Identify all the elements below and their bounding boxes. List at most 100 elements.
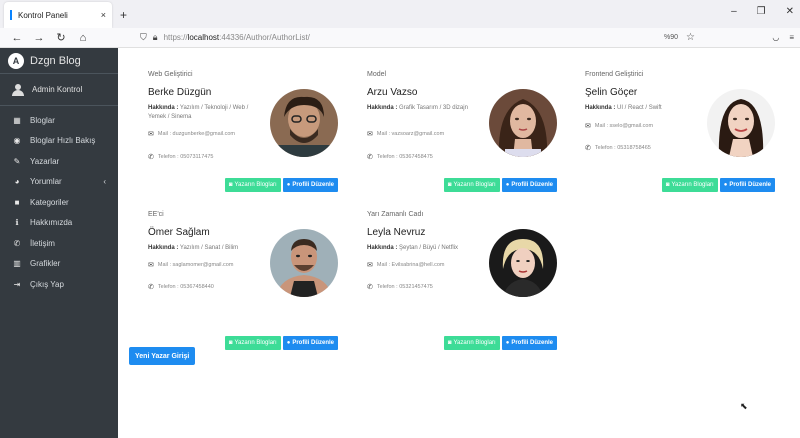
pocket-icon[interactable]: ◡ bbox=[772, 33, 779, 42]
edit-profile-button[interactable]: ● Profili Düzenle bbox=[501, 178, 557, 192]
home-icon[interactable]: ⌂ bbox=[72, 32, 94, 44]
mail-value: duzgunberke@gmail.com bbox=[172, 131, 235, 137]
author-about: Hakkında : Yazılım / Teknoloji / Web / Y… bbox=[148, 104, 260, 122]
sidebar-item-label: Bloglar Hızlı Bakış bbox=[30, 136, 96, 146]
sidebar-item-yorumlar[interactable]: ◕ Yorumlar ‹ bbox=[0, 172, 118, 193]
author-mail: ✉ Mail : saglamomer@gmail.com bbox=[148, 261, 233, 269]
author-about: Hakkında : UI / React / Swift bbox=[585, 104, 697, 113]
author-blogs-button[interactable]: ◙ Yazarın Blogları bbox=[224, 336, 281, 350]
sidebar-item-yazarlar[interactable]: ✎ Yazarlar bbox=[0, 151, 118, 172]
author-role: Web Geliştirici bbox=[148, 71, 193, 78]
card-actions: ◙ Yazarın Blogları ● Profili Düzenle bbox=[224, 336, 338, 350]
edit-profile-button[interactable]: ● Profili Düzenle bbox=[282, 336, 338, 350]
about-text: UI / React / Swift bbox=[617, 105, 662, 111]
new-tab-button[interactable]: + bbox=[120, 8, 127, 22]
mail-icon: ✉ bbox=[367, 262, 373, 269]
author-phone: ✆ Telefon : 05073117475 bbox=[148, 153, 213, 161]
sidebar-item-label: Bloglar bbox=[30, 115, 55, 125]
btn-label: Yazarın Blogları bbox=[234, 182, 277, 188]
phone-icon: ✆ bbox=[585, 145, 591, 152]
sidebar-item-iletisim[interactable]: ✆ İletişim bbox=[0, 233, 118, 254]
comments-icon: ◙ bbox=[447, 182, 452, 188]
shield-icon[interactable]: ⛉ bbox=[140, 32, 147, 43]
author-card: Model Arzu Vazso Hakkında : Grafik Tasar… bbox=[367, 71, 557, 195]
restore-button[interactable]: ❐ bbox=[757, 6, 766, 17]
phone-label: Telefon : bbox=[157, 284, 179, 290]
brand-logo: A bbox=[8, 52, 24, 69]
author-blogs-button[interactable]: ◙ Yazarın Blogları bbox=[443, 178, 500, 192]
btn-label: Yazarın Blogları bbox=[234, 340, 277, 346]
pen-icon: ✎ bbox=[13, 156, 21, 166]
sidebar-item-bloglar-hizli-bakis[interactable]: ◉ Bloglar Hızlı Bakış bbox=[0, 131, 118, 152]
tab-title: Kontrol Paneli bbox=[18, 10, 68, 20]
author-phone: ✆ Telefon : 05367458440 bbox=[148, 283, 214, 291]
sidebar-item-bloglar[interactable]: ▦ Bloglar bbox=[0, 110, 118, 131]
minimize-button[interactable]: – bbox=[731, 6, 737, 17]
menu-icon[interactable]: ≡ bbox=[789, 33, 794, 42]
sidebar-item-label: Kategoriler bbox=[30, 197, 69, 207]
brand-name: Dzgn Blog bbox=[30, 54, 81, 67]
mail-value: sselo@gmail.com bbox=[609, 123, 654, 129]
main-content: Web Geliştirici Berke Düzgün Hakkında : … bbox=[118, 48, 800, 438]
sidebar-item-kategoriler[interactable]: ■ Kategoriler bbox=[0, 192, 118, 213]
mail-label: Mail : bbox=[376, 131, 391, 137]
author-blogs-button[interactable]: ◙ Yazarın Blogları bbox=[661, 178, 718, 192]
back-icon[interactable]: ← bbox=[6, 32, 28, 44]
edit-profile-button[interactable]: ● Profili Düzenle bbox=[719, 178, 775, 192]
url-bar[interactable]: ⛉ 🔒︎ https:// localhost :44336/Author/Au… bbox=[140, 32, 310, 43]
sidebar-item-label: Grafikler bbox=[30, 259, 61, 269]
window-controls: – ❐ ✕ bbox=[731, 6, 794, 17]
url-host: localhost bbox=[187, 33, 220, 42]
phone-value: 05367458475 bbox=[399, 154, 433, 160]
reload-icon[interactable]: ↻ bbox=[50, 31, 72, 44]
phone-value: 05321457475 bbox=[399, 284, 433, 290]
user-icon: ● bbox=[505, 340, 510, 346]
edit-profile-button[interactable]: ● Profili Düzenle bbox=[501, 336, 557, 350]
mail-icon: ✉ bbox=[148, 131, 154, 138]
tab-close-icon[interactable]: × bbox=[101, 10, 106, 20]
author-role: Frontend Geliştirici bbox=[585, 71, 644, 78]
phone-label: Telefon : bbox=[376, 284, 398, 290]
sidebar-item-grafikler[interactable]: ▥ Grafikler bbox=[0, 254, 118, 275]
user-panel[interactable]: Admin Kontrol bbox=[0, 74, 118, 106]
zoom-level[interactable]: %90 bbox=[664, 34, 678, 41]
edit-profile-button[interactable]: ● Profili Düzenle bbox=[282, 178, 338, 192]
mail-label: Mail : bbox=[157, 262, 172, 268]
author-phone: ✆ Telefon : 05367458475 bbox=[367, 153, 433, 161]
btn-label: Profili Düzenle bbox=[511, 340, 553, 346]
brand[interactable]: A Dzgn Blog bbox=[0, 48, 118, 74]
author-photo bbox=[489, 229, 557, 297]
mail-value: vazsoarz@gmail.com bbox=[391, 131, 445, 137]
phone-label: Telefon : bbox=[157, 154, 179, 160]
user-avatar bbox=[12, 83, 24, 96]
app-layout: A Dzgn Blog Admin Kontrol ▦ Bloglar ◉ Blog… bbox=[0, 48, 800, 438]
about-text: Grafik Tasarım / 3D dizajn bbox=[399, 105, 468, 111]
author-card: EE'ci Ömer Sağlam Hakkında : Yazılım / S… bbox=[148, 211, 338, 350]
author-phone: ✆ Telefon : 05321457475 bbox=[367, 283, 433, 291]
browser-tab[interactable]: Kontrol Paneli × bbox=[4, 2, 112, 28]
author-blogs-button[interactable]: ◙ Yazarın Blogları bbox=[443, 336, 500, 350]
author-blogs-button[interactable]: ◙ Yazarın Blogları bbox=[224, 178, 281, 192]
about-label: Hakkında : bbox=[367, 245, 398, 251]
bookmark-star-icon[interactable]: ☆ bbox=[686, 32, 695, 43]
mail-label: Mail : bbox=[594, 123, 609, 129]
sidebar-item-cikis-yap[interactable]: ⇥ Çıkış Yap bbox=[0, 274, 118, 295]
sidebar-item-hakkimizda[interactable]: ℹ Hakkımızda bbox=[0, 213, 118, 234]
forward-icon[interactable]: → bbox=[28, 32, 50, 44]
btn-label: Profili Düzenle bbox=[292, 182, 334, 188]
about-label: Hakkında : bbox=[148, 245, 179, 251]
close-window-button[interactable]: ✕ bbox=[786, 6, 794, 17]
sidebar-item-label: Hakkımızda bbox=[30, 218, 73, 228]
new-author-button[interactable]: Yeni Yazar Girişi bbox=[129, 347, 196, 365]
pie-chart-icon: ◕ bbox=[14, 177, 20, 187]
grid-icon: ▦ bbox=[13, 115, 21, 125]
author-role: Yarı Zamanlı Cadı bbox=[367, 211, 424, 218]
chevron-left-icon: ‹ bbox=[103, 177, 106, 187]
url-prefix: https:// bbox=[163, 33, 188, 42]
author-card: Web Geliştirici Berke Düzgün Hakkında : … bbox=[148, 71, 338, 195]
about-label: Hakkında : bbox=[585, 105, 616, 111]
mouse-cursor-icon: ⬉ bbox=[740, 401, 748, 411]
author-card: Yarı Zamanlı Cadı Leyla Nevruz Hakkında … bbox=[367, 211, 557, 350]
lock-icon[interactable]: 🔒︎ bbox=[153, 32, 158, 43]
phone-label: Telefon : bbox=[376, 154, 398, 160]
